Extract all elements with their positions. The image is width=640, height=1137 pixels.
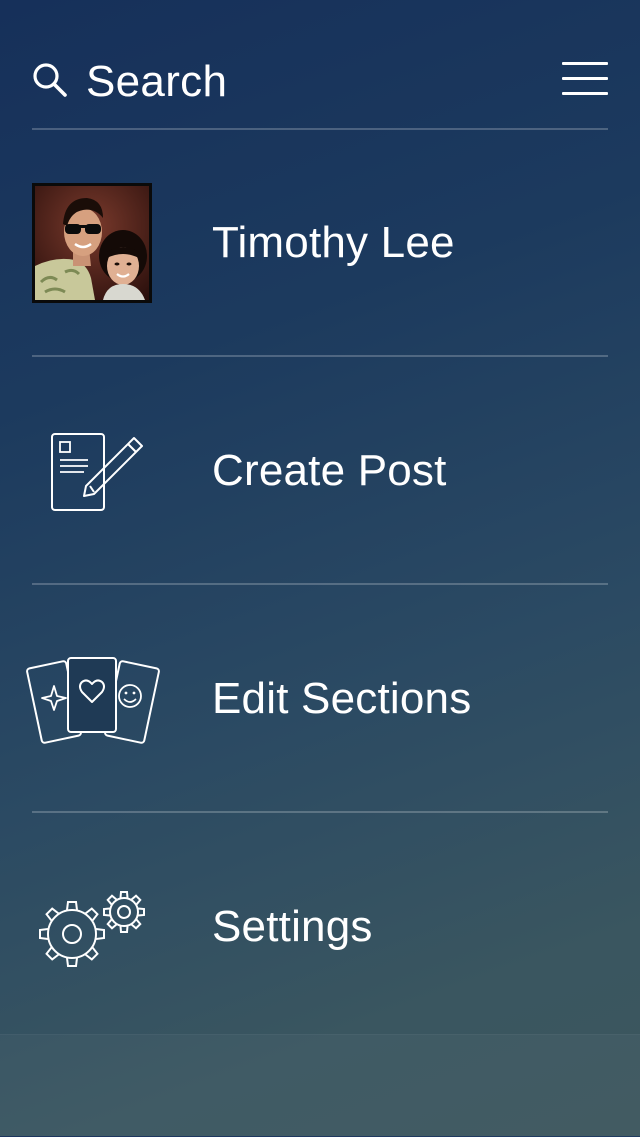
search-bar[interactable]: Search xyxy=(32,52,608,112)
divider xyxy=(32,355,608,357)
menu-item-label[interactable]: Settings xyxy=(212,901,373,953)
divider xyxy=(32,583,608,585)
side-menu-screen: Search Timothy Lee Create Post Edit Sect… xyxy=(0,0,640,1136)
menu-item-edit-sections[interactable]: Edit Sections xyxy=(0,586,640,812)
menu-item-create-post[interactable]: Create Post xyxy=(0,358,640,584)
bottom-area xyxy=(0,1034,640,1137)
gears-icon xyxy=(36,888,150,977)
divider xyxy=(32,811,608,813)
create-post-icon xyxy=(48,430,148,521)
menu-item-label[interactable]: Create Post xyxy=(212,445,447,497)
hamburger-menu-icon[interactable] xyxy=(562,62,608,96)
menu-item-settings[interactable]: Settings xyxy=(0,814,640,1040)
cards-icon xyxy=(26,656,160,751)
menu-item-label[interactable]: Edit Sections xyxy=(212,673,471,725)
search-icon[interactable] xyxy=(32,62,68,98)
profile-name[interactable]: Timothy Lee xyxy=(212,217,455,269)
avatar[interactable] xyxy=(32,183,152,303)
search-label[interactable]: Search xyxy=(86,56,227,108)
